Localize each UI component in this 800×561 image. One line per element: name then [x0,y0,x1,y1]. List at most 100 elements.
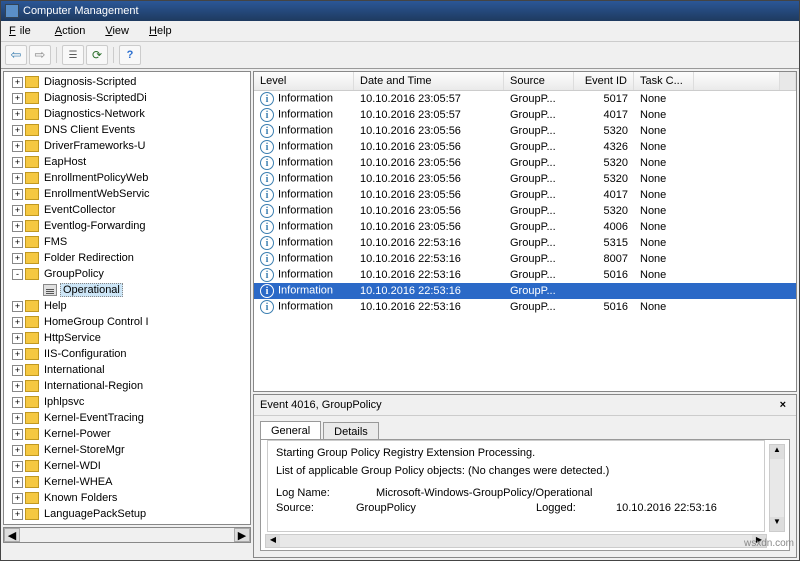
grid-body[interactable]: iInformation10.10.2016 23:05:57GroupP...… [254,91,796,391]
menu-file[interactable]: File [5,23,39,39]
refresh-button[interactable] [86,45,108,65]
col-source[interactable]: Source [504,72,574,90]
table-row[interactable]: iInformation10.10.2016 23:05:56GroupP...… [254,123,796,139]
expand-icon[interactable]: + [12,205,23,216]
expand-icon[interactable]: + [12,253,23,264]
expand-icon[interactable]: + [12,77,23,88]
col-date[interactable]: Date and Time [354,72,504,90]
expand-icon[interactable]: + [12,125,23,136]
tree-item[interactable]: +EventCollector [4,202,250,218]
col-eventid[interactable]: Event ID [574,72,634,90]
tree-item[interactable]: +International-Region [4,378,250,394]
expand-icon[interactable]: + [12,445,23,456]
table-row[interactable]: iInformation10.10.2016 23:05:56GroupP...… [254,155,796,171]
table-row[interactable]: iInformation10.10.2016 23:05:56GroupP...… [254,203,796,219]
tree-item[interactable]: +EnrollmentPolicyWeb [4,170,250,186]
menu-help[interactable]: Help [145,23,176,39]
tree-item[interactable]: +Kernel-EventTracing [4,410,250,426]
cell-date: 10.10.2016 22:53:16 [354,253,504,265]
table-row[interactable]: iInformation10.10.2016 23:05:56GroupP...… [254,139,796,155]
tree-item[interactable]: +Folder Redirection [4,250,250,266]
table-row[interactable]: iInformation10.10.2016 22:53:16GroupP...… [254,235,796,251]
properties-button[interactable] [62,45,84,65]
expand-icon[interactable]: + [12,365,23,376]
expand-icon[interactable]: + [12,333,23,344]
tree-item[interactable]: +International [4,362,250,378]
help-button[interactable] [119,45,141,65]
col-task[interactable]: Task C... [634,72,694,90]
tree-item[interactable]: +Diagnostics-Network [4,106,250,122]
expand-icon[interactable]: + [12,429,23,440]
scroll-right-button[interactable]: ▶ [234,528,250,542]
title-bar[interactable]: Computer Management [1,1,799,21]
tab-general[interactable]: General [260,421,321,440]
table-row[interactable]: iInformation10.10.2016 23:05:57GroupP...… [254,91,796,107]
scroll-up-button[interactable]: ▲ [770,445,784,459]
tree-item[interactable]: +EapHost [4,154,250,170]
expand-icon[interactable]: + [12,317,23,328]
expand-icon[interactable]: + [12,237,23,248]
expand-icon[interactable]: + [12,173,23,184]
expand-icon[interactable]: + [12,493,23,504]
tree-item[interactable]: +Kernel-WDI [4,458,250,474]
scroll-track[interactable] [20,528,234,542]
scroll-left-button[interactable]: ◀ [266,535,280,547]
tree-item[interactable]: +Diagnosis-ScriptedDi [4,90,250,106]
table-row[interactable]: iInformation10.10.2016 22:53:16GroupP...… [254,251,796,267]
tree-item[interactable]: +HomeGroup Control I [4,314,250,330]
expand-icon[interactable]: + [12,349,23,360]
tree-pane[interactable]: +Diagnosis-Scripted+Diagnosis-ScriptedDi… [3,71,251,525]
scroll-track[interactable] [770,459,784,517]
tree-item[interactable]: +HttpService [4,330,250,346]
tree-item[interactable]: +DNS Client Events [4,122,250,138]
scroll-left-button[interactable]: ◀ [4,528,20,542]
tree-item[interactable]: Operational [4,282,250,298]
tree-item[interactable]: +IIS-Configuration [4,346,250,362]
table-row[interactable]: iInformation10.10.2016 22:53:16GroupP... [254,283,796,299]
tree-item[interactable]: +Iphlpsvc [4,394,250,410]
tree-hscrollbar[interactable]: ◀ ▶ [3,527,251,543]
expand-icon[interactable]: + [12,477,23,488]
tree-item[interactable]: +LanguagePackSetup [4,506,250,522]
tree-item[interactable]: +Kernel-WHEA [4,474,250,490]
table-row[interactable]: iInformation10.10.2016 22:53:16GroupP...… [254,299,796,315]
expand-icon[interactable]: + [12,141,23,152]
table-row[interactable]: iInformation10.10.2016 23:05:57GroupP...… [254,107,796,123]
tree-item[interactable]: +Kernel-Power [4,426,250,442]
back-button[interactable] [5,45,27,65]
tree-item[interactable]: -GroupPolicy [4,266,250,282]
expand-icon[interactable]: + [12,381,23,392]
expand-icon[interactable]: + [12,301,23,312]
expand-icon[interactable]: + [12,189,23,200]
tree-item[interactable]: +Help [4,298,250,314]
menu-view[interactable]: View [101,23,133,39]
tree-item[interactable]: +Diagnosis-Scripted [4,74,250,90]
tree-item[interactable]: +FMS [4,234,250,250]
tree-item[interactable]: +Kernel-StoreMgr [4,442,250,458]
close-icon[interactable]: × [776,399,790,411]
table-row[interactable]: iInformation10.10.2016 23:05:56GroupP...… [254,171,796,187]
expand-icon[interactable]: + [12,413,23,424]
expand-icon[interactable]: + [12,109,23,120]
tree-item[interactable]: +EnrollmentWebServic [4,186,250,202]
expand-icon[interactable]: + [12,509,23,520]
menu-action[interactable]: Action [51,23,90,39]
expand-icon[interactable]: + [12,221,23,232]
table-row[interactable]: iInformation10.10.2016 22:53:16GroupP...… [254,267,796,283]
table-row[interactable]: iInformation10.10.2016 23:05:56GroupP...… [254,187,796,203]
expand-icon[interactable]: + [12,157,23,168]
tree-item[interactable]: +DriverFrameworks-U [4,138,250,154]
col-level[interactable]: Level [254,72,354,90]
detail-vscrollbar[interactable]: ▲ ▼ [769,444,785,532]
table-row[interactable]: iInformation10.10.2016 23:05:56GroupP...… [254,219,796,235]
tree-item[interactable]: +Known Folders [4,490,250,506]
tree-item[interactable]: +Eventlog-Forwarding [4,218,250,234]
expand-icon[interactable]: + [12,461,23,472]
detail-hscrollbar[interactable]: ◀ ▶ [265,534,767,548]
scroll-track[interactable] [280,535,752,547]
expand-icon[interactable]: + [12,397,23,408]
expand-icon[interactable]: - [12,269,23,280]
forward-button[interactable] [29,45,51,65]
scroll-down-button[interactable]: ▼ [770,517,784,531]
expand-icon[interactable]: + [12,93,23,104]
